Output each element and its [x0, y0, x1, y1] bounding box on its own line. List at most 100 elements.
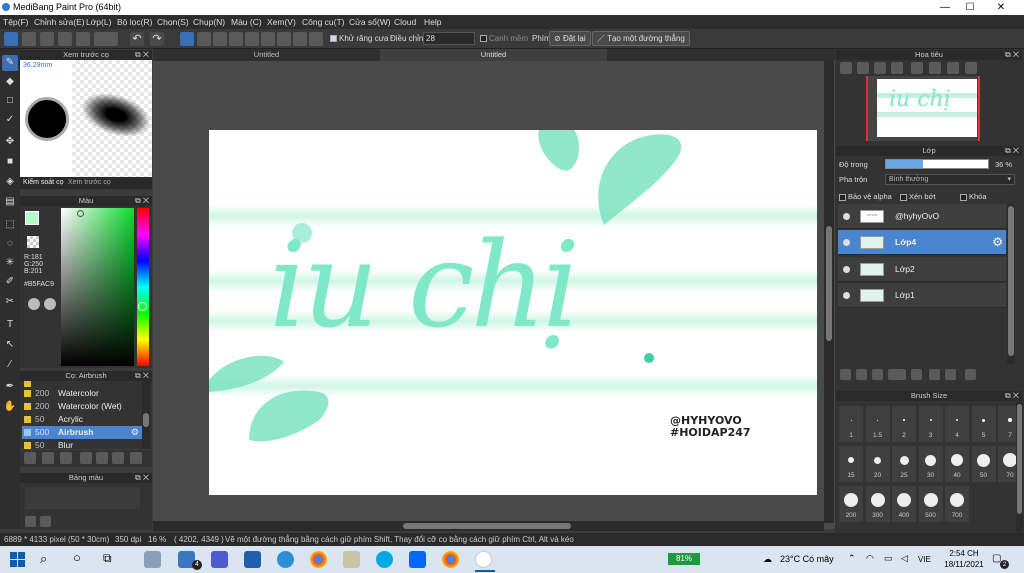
palette-add-icon[interactable]: [44, 298, 56, 310]
settings-icon[interactable]: [309, 32, 323, 46]
brush-size-option[interactable]: 25: [892, 446, 916, 482]
menu-layer[interactable]: Lớp(L): [86, 17, 111, 27]
brush-size-option[interactable]: 1.5: [865, 406, 890, 442]
paint-icon[interactable]: [343, 551, 360, 568]
cortana-icon[interactable]: ○: [73, 550, 81, 565]
brush-size-option[interactable]: 15: [839, 446, 863, 482]
reset-button[interactable]: ⊘ Đặt lại: [549, 31, 591, 46]
photos-icon[interactable]: [244, 551, 261, 568]
edge-icon[interactable]: [277, 551, 294, 568]
flip-icon[interactable]: [965, 62, 977, 74]
brush-folder-icon[interactable]: [96, 452, 108, 464]
eraser-tool-icon[interactable]: ◆: [2, 74, 18, 90]
menu-view[interactable]: Xem(V): [267, 17, 296, 27]
blend-mode-select[interactable]: Bình thường ▾: [885, 174, 1015, 185]
duplicate-layer-icon[interactable]: [929, 369, 940, 380]
brush-item-acrylic[interactable]: 50 Acrylic: [22, 413, 140, 426]
calculator-icon[interactable]: [144, 551, 161, 568]
menu-edit[interactable]: Chỉnh sửa(E): [34, 17, 85, 27]
gradient-tool-icon[interactable]: ▤: [2, 194, 18, 210]
navigator-close-icon[interactable]: ⧉ ✕: [1005, 50, 1019, 60]
hand-tool-icon[interactable]: ✋: [2, 399, 18, 415]
new-folder-icon[interactable]: [911, 369, 922, 380]
menu-cloud[interactable]: Cloud: [394, 17, 416, 27]
menu-tools[interactable]: Công cụ(T): [302, 17, 345, 27]
select-tool-icon[interactable]: ⬚: [2, 217, 18, 233]
zoom-in-icon[interactable]: [840, 62, 852, 74]
copy-brush-icon[interactable]: [112, 452, 124, 464]
new-1bit-layer-icon[interactable]: [872, 369, 883, 380]
medibang-icon[interactable]: [475, 551, 492, 568]
rectangle-tool-icon[interactable]: □: [2, 93, 18, 109]
search-icon[interactable]: ⌕: [40, 551, 47, 567]
brush-size-option[interactable]: 500: [918, 486, 943, 522]
visibility-icon[interactable]: [843, 266, 850, 273]
layer-row-lop4[interactable]: Lớp4 ⚙: [838, 230, 1006, 255]
menu-select[interactable]: Chọn(S): [157, 17, 189, 27]
brush-size-option[interactable]: 4: [945, 406, 969, 442]
opacity-slider[interactable]: [885, 159, 989, 169]
add-brush-icon[interactable]: [60, 452, 72, 464]
gear-icon[interactable]: ⚙: [992, 235, 1003, 249]
grid-icon[interactable]: [58, 32, 72, 46]
background-color-swatch[interactable]: [27, 236, 39, 248]
skype-icon[interactable]: [376, 551, 393, 568]
brush-size-option[interactable]: 2: [892, 406, 916, 442]
smooth-checkbox[interactable]: [480, 35, 487, 43]
tab-brush-preview[interactable]: Xem trước cọ: [68, 179, 111, 186]
actual-size-icon[interactable]: [891, 62, 903, 74]
brush-size-option[interactable]: 400: [892, 486, 916, 522]
brush-size-option[interactable]: 30: [918, 446, 943, 482]
clock-time[interactable]: 2:54 CH: [944, 549, 984, 558]
brush-item-watercolor-wet[interactable]: 200 Watercolor (Wet): [22, 400, 140, 413]
visibility-icon[interactable]: [843, 239, 850, 246]
battery-icon[interactable]: ▭: [884, 553, 893, 564]
weather-text[interactable]: 23°C Có mây: [780, 554, 834, 564]
zoom-app-icon[interactable]: [211, 551, 228, 568]
hue-slider-handle[interactable]: [138, 302, 147, 311]
undo-icon[interactable]: ↶: [130, 32, 144, 46]
bucket-tool-icon[interactable]: ◈: [2, 174, 18, 190]
canvas-vertical-scrollbar[interactable]: [824, 61, 834, 523]
scroll-thumb[interactable]: [1008, 206, 1014, 356]
brush-size-option[interactable]: 3: [918, 406, 943, 442]
brush-size-option[interactable]: 5: [971, 406, 996, 442]
comment-icon[interactable]: [40, 32, 54, 46]
cloud-icon[interactable]: [4, 32, 18, 46]
brush-size-option[interactable]: 50: [971, 446, 996, 482]
tab-document-1[interactable]: Untitled: [153, 49, 380, 61]
windows-start-icon[interactable]: [10, 552, 25, 567]
rotate-left-icon[interactable]: [911, 62, 923, 74]
layer-panel-close-icon[interactable]: ⧉ ✕: [1005, 146, 1019, 156]
sv-picker-handle[interactable]: [77, 210, 84, 217]
smooth-option[interactable]: Cạnh mềm: [480, 34, 528, 43]
snap-ellipse-icon[interactable]: [293, 32, 307, 46]
palette-close-icon[interactable]: ⧉ ✕: [135, 473, 149, 483]
brush-item-blur[interactable]: 50 Blur: [22, 439, 140, 449]
saturation-value-picker[interactable]: [61, 208, 134, 366]
layout-icon[interactable]: [104, 32, 118, 46]
tab-brush-control[interactable]: Kiểm soát cọ: [23, 179, 63, 186]
clip-option[interactable]: Xén bớt: [900, 192, 936, 201]
move-tool-icon[interactable]: ✥: [2, 134, 18, 150]
scroll-thumb[interactable]: [1017, 404, 1022, 514]
brush-size-option[interactable]: 200: [839, 486, 863, 522]
weather-icon[interactable]: ☁: [763, 554, 772, 565]
protect-alpha-option[interactable]: Bảo vệ alpha: [839, 192, 892, 201]
protect-alpha-checkbox[interactable]: [839, 193, 846, 201]
canvas-horizontal-scrollbar[interactable]: [153, 521, 824, 531]
layer-row-lop1[interactable]: Lớp1: [838, 283, 1006, 308]
text-tool-icon[interactable]: T: [2, 317, 18, 333]
snap-off-icon[interactable]: [180, 32, 194, 46]
close-button[interactable]: ✕: [986, 0, 1016, 15]
snap-grid-icon[interactable]: [213, 32, 227, 46]
correction-input[interactable]: 28: [423, 32, 475, 45]
select-pen-tool-icon[interactable]: ✐: [2, 274, 18, 290]
battery-indicator[interactable]: 81%: [668, 553, 700, 565]
dot-tool-icon[interactable]: ✓: [2, 112, 18, 128]
brush-list-scrollbar[interactable]: [142, 381, 150, 449]
export-icon[interactable]: [22, 32, 36, 46]
snap-parallel-icon[interactable]: [197, 32, 211, 46]
brush-size-option[interactable]: 700: [945, 486, 969, 522]
menu-help[interactable]: Help: [424, 17, 441, 27]
